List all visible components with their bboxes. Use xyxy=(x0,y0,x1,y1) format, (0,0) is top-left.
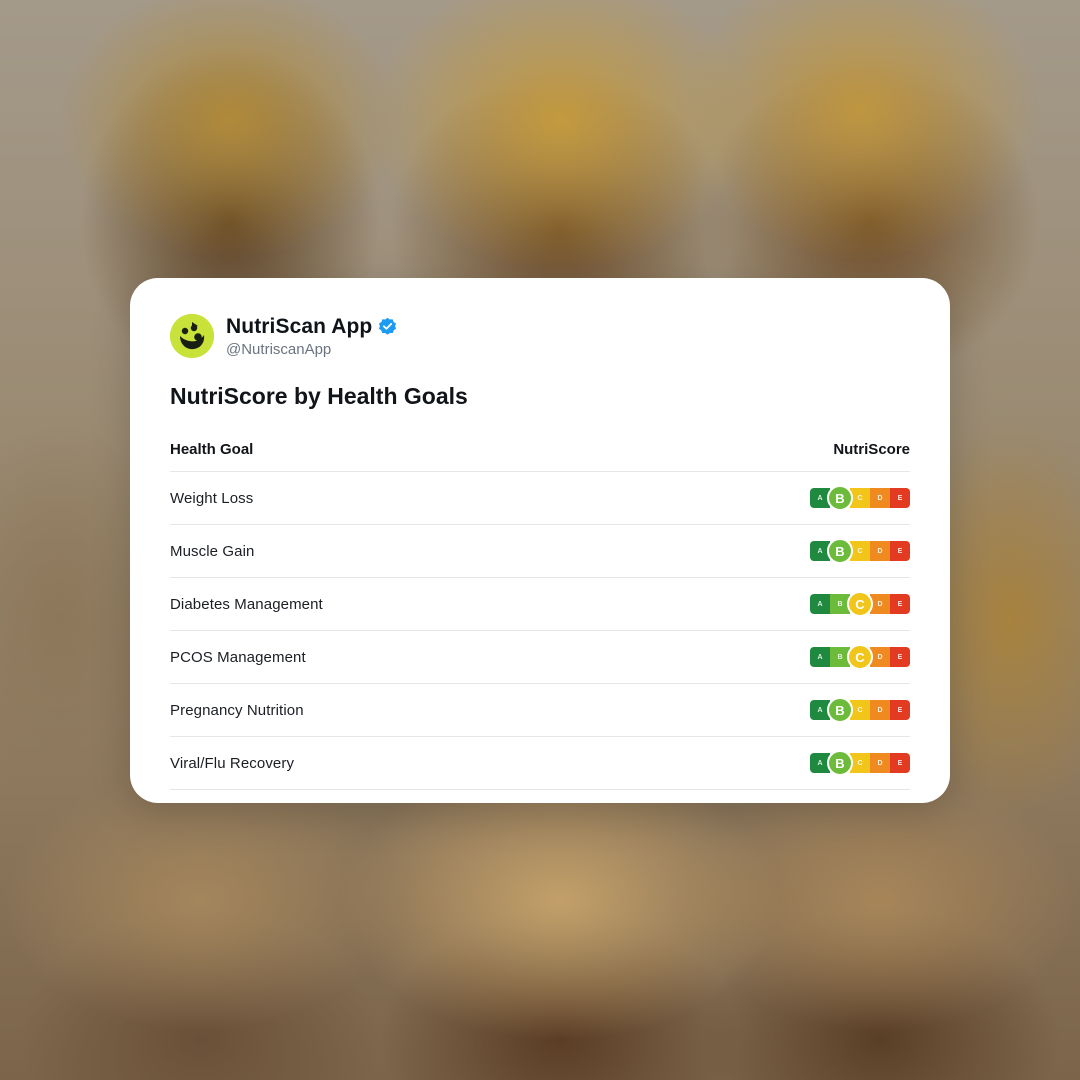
nutriscore-grade-b: B xyxy=(827,697,853,723)
nutriscore-grade-b: B xyxy=(827,750,853,776)
nutriscore-grade-c: C xyxy=(850,541,870,561)
nutriscore-grade-c: C xyxy=(847,591,873,617)
nutriscan-logo-icon[interactable] xyxy=(170,314,214,358)
nutriscore-grade-c: C xyxy=(850,753,870,773)
nutriscore-grade-d: D xyxy=(870,541,890,561)
health-goal-label: Weight Loss xyxy=(170,489,254,507)
table-row: Diabetes Management A B C D E xyxy=(170,578,910,631)
nutriscore-badge: ABCDE xyxy=(810,750,910,776)
nutriscore-badge: ABCDE xyxy=(810,485,910,511)
nutriscore-grade-d: D xyxy=(870,488,890,508)
nutriscore-badge: ABCDE xyxy=(810,591,910,617)
table-row: Viral/Flu Recovery A B C D E xyxy=(170,737,910,790)
post-header: NutriScan App @NutriscanApp xyxy=(170,313,910,359)
nutriscore-grade-c: C xyxy=(847,644,873,670)
name-row: NutriScan App xyxy=(226,315,397,339)
health-goal-label: Pregnancy Nutrition xyxy=(170,701,304,719)
health-goal-label: Diabetes Management xyxy=(170,595,323,613)
verified-badge-icon xyxy=(378,317,397,336)
table-row: Pregnancy Nutrition A B C D E xyxy=(170,684,910,737)
nutriscore-grade-d: D xyxy=(870,647,890,667)
account-identity: NutriScan App @NutriscanApp xyxy=(226,315,397,358)
account-name[interactable]: NutriScan App xyxy=(226,315,372,339)
nutriscore-grade-c: C xyxy=(850,488,870,508)
nutriscore-grade-c: C xyxy=(850,700,870,720)
health-goal-label: Muscle Gain xyxy=(170,542,255,560)
account-handle[interactable]: @NutriscanApp xyxy=(226,341,397,358)
nutriscore-grade-e: E xyxy=(890,700,910,720)
health-goal-label: PCOS Management xyxy=(170,648,306,666)
health-goal-label: Viral/Flu Recovery xyxy=(170,754,295,772)
nutriscore-grade-a: A xyxy=(810,647,830,667)
post-card: NutriScan App @NutriscanApp NutriScore b… xyxy=(130,278,950,803)
nutriscore-grade-e: E xyxy=(890,594,910,614)
nutriscore-badge: ABCDE xyxy=(810,644,910,670)
nutriscore-grade-a: A xyxy=(810,594,830,614)
nutriscore-grade-e: E xyxy=(890,541,910,561)
post-title: NutriScore by Health Goals xyxy=(170,383,468,409)
header-nutriscore: NutriScore xyxy=(833,440,910,458)
nutriscore-table: Health Goal NutriScore Weight Loss A B C D E M… xyxy=(170,427,910,790)
table-row: Weight Loss A B C D E xyxy=(170,472,910,525)
header-health-goal: Health Goal xyxy=(170,440,254,458)
nutriscore-grade-b: B xyxy=(827,485,853,511)
table-row: Muscle Gain A B C D E xyxy=(170,525,910,578)
nutriscore-grade-e: E xyxy=(890,753,910,773)
table-row: PCOS Management A B C D E xyxy=(170,631,910,684)
nutriscore-grade-e: E xyxy=(890,488,910,508)
nutriscore-grade-d: D xyxy=(870,594,890,614)
nutriscore-badge: ABCDE xyxy=(810,538,910,564)
table-body: Weight Loss A B C D E Muscle Gain A B C D E Diabetes… xyxy=(170,472,910,790)
table-header: Health Goal NutriScore xyxy=(170,427,910,472)
nutriscore-grade-b: B xyxy=(827,538,853,564)
nutriscore-grade-d: D xyxy=(870,700,890,720)
nutriscore-grade-d: D xyxy=(870,753,890,773)
nutriscore-badge: ABCDE xyxy=(810,697,910,723)
nutriscore-grade-e: E xyxy=(890,647,910,667)
